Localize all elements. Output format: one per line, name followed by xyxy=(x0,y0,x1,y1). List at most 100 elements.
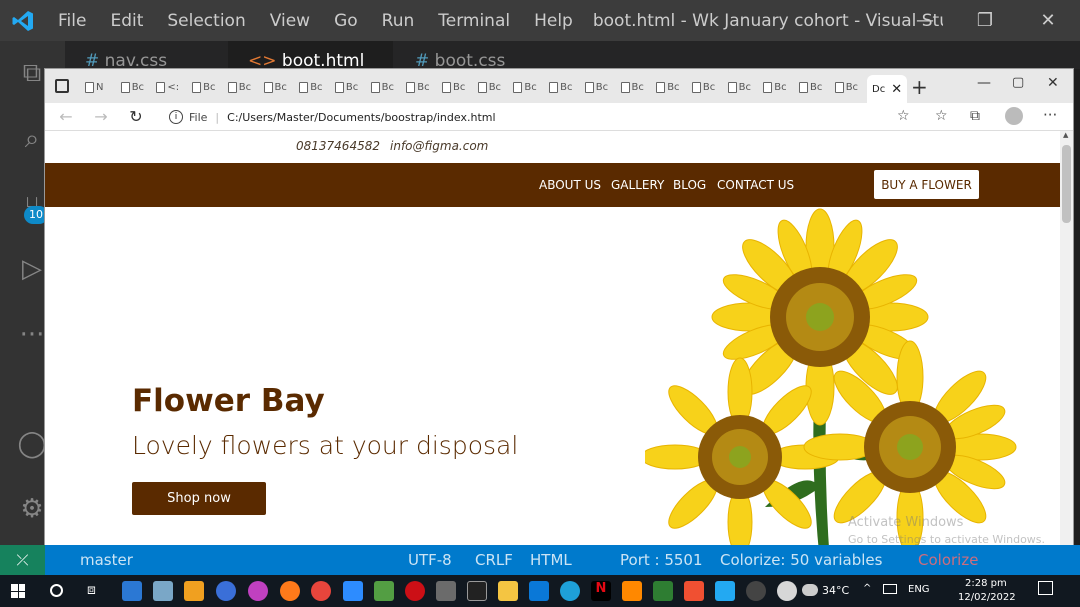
search-circle-icon[interactable] xyxy=(50,584,63,597)
menu-terminal[interactable]: Terminal xyxy=(426,11,522,31)
edge-icon[interactable] xyxy=(560,581,580,601)
browser-tab[interactable]: Bc xyxy=(227,77,256,97)
browser-tab[interactable]: Bc xyxy=(477,77,506,97)
calculator-icon[interactable] xyxy=(436,581,456,601)
browser-tab[interactable]: Bc xyxy=(334,77,363,97)
new-tab-icon[interactable]: + xyxy=(911,75,928,99)
buy-a-flower-button[interactable]: BUY A FLOWER xyxy=(874,170,979,199)
remote-indicator-icon[interactable]: ⤫ xyxy=(0,545,45,575)
close-icon[interactable]: ✕ xyxy=(1018,0,1078,41)
tray-chevron-icon[interactable]: ^ xyxy=(863,583,871,594)
gitkraken-icon[interactable] xyxy=(684,581,704,601)
encoding[interactable]: UTF-8 xyxy=(408,551,452,569)
browser-tab[interactable]: N xyxy=(85,77,113,97)
browser-tab[interactable]: Bc xyxy=(120,77,149,97)
weather-icon[interactable] xyxy=(802,584,818,596)
browser-tab[interactable]: Bc xyxy=(406,77,434,97)
firefox-dev-icon[interactable] xyxy=(248,581,268,601)
media-icon[interactable] xyxy=(529,581,549,601)
minimize-icon[interactable]: — xyxy=(895,0,955,41)
firefox-icon[interactable] xyxy=(280,581,300,601)
refresh-icon[interactable]: ↻ xyxy=(125,106,147,128)
nav-gallery[interactable]: GALLERY xyxy=(611,178,664,192)
file-explorer-icon[interactable] xyxy=(498,581,518,601)
mail-icon[interactable] xyxy=(122,581,142,601)
browser-tab[interactable]: Bc xyxy=(584,77,613,97)
browser-minimize-icon[interactable]: — xyxy=(977,75,991,91)
browser-tab[interactable]: Bc xyxy=(691,77,720,97)
browser-tab[interactable]: Bc xyxy=(192,77,220,97)
vlc-icon[interactable] xyxy=(622,581,642,601)
menu-view[interactable]: View xyxy=(258,11,322,31)
menu-help[interactable]: Help xyxy=(522,11,585,31)
nav-contact-us[interactable]: CONTACT US xyxy=(717,178,794,192)
clock-date[interactable]: 12/02/2022 xyxy=(958,592,1016,603)
chrome-icon[interactable] xyxy=(311,581,331,601)
terminal-icon[interactable] xyxy=(467,581,487,601)
netflix-icon[interactable]: N xyxy=(591,581,611,601)
zoom-icon[interactable] xyxy=(343,581,363,601)
active-browser-tab[interactable]: Dc ✕ xyxy=(867,75,907,103)
tab-boot-html[interactable]: <> boot.html xyxy=(228,41,393,69)
profile-avatar[interactable] xyxy=(1005,107,1023,125)
menu-run[interactable]: Run xyxy=(370,11,427,31)
obs-icon[interactable] xyxy=(746,581,766,601)
browser-tab[interactable]: Bc xyxy=(620,77,649,97)
close-tab-icon[interactable]: ✕ xyxy=(891,82,902,97)
tab-boot-css[interactable]: # boot.css xyxy=(395,41,555,69)
settings-more-icon[interactable]: ··· xyxy=(1043,106,1057,124)
nav-about-us[interactable]: ABOUT US xyxy=(539,178,601,192)
browser-tab[interactable]: <: xyxy=(156,77,184,97)
opera-icon[interactable] xyxy=(405,581,425,601)
scroll-thumb[interactable] xyxy=(1062,145,1071,223)
git-icon[interactable] xyxy=(653,581,673,601)
weather-temp[interactable]: 34°C xyxy=(822,584,849,597)
nodejs-icon[interactable] xyxy=(374,581,394,601)
branch-name[interactable]: master xyxy=(80,551,133,569)
phone-number[interactable]: 08137464582 xyxy=(296,139,380,153)
globe-icon[interactable] xyxy=(216,581,236,601)
restore-icon[interactable]: ❐ xyxy=(955,0,1015,41)
clock-time[interactable]: 2:28 pm xyxy=(965,578,1007,589)
tab-actions-icon[interactable] xyxy=(55,79,69,93)
colorize-toggle[interactable]: Colorize xyxy=(918,551,978,569)
browser-tab[interactable]: Bc xyxy=(263,77,292,97)
address-bar[interactable]: i File | C:/Users/Master/Documents/boost… xyxy=(161,105,901,129)
vscode-taskbar-icon[interactable] xyxy=(715,581,735,601)
favorite-add-icon[interactable]: ☆ xyxy=(897,108,910,124)
scroll-up-icon[interactable]: ▲ xyxy=(1063,131,1068,139)
nav-blog[interactable]: BLOG xyxy=(673,178,706,192)
favorites-icon[interactable]: ☆ xyxy=(935,108,948,124)
notifications-icon[interactable] xyxy=(1038,581,1053,595)
menu-edit[interactable]: Edit xyxy=(98,11,155,31)
email-address[interactable]: info@figma.com xyxy=(390,139,488,153)
app-icon[interactable] xyxy=(153,581,173,601)
windows-start-icon[interactable] xyxy=(11,584,25,598)
tab-nav-css[interactable]: # nav.css xyxy=(65,41,225,69)
menu-selection[interactable]: Selection xyxy=(155,11,257,31)
colorize-status[interactable]: Colorize: 50 variables xyxy=(720,551,882,569)
browser-tab[interactable]: Bc xyxy=(834,77,863,97)
back-icon[interactable]: ← xyxy=(55,106,77,128)
browser-tab[interactable]: Bc xyxy=(299,77,327,97)
battery-icon[interactable] xyxy=(883,584,897,594)
itunes-icon[interactable] xyxy=(777,581,797,601)
forward-icon[interactable]: → xyxy=(90,106,112,128)
browser-tab[interactable]: Bc xyxy=(513,77,541,97)
browser-close-icon[interactable]: ✕ xyxy=(1047,75,1059,91)
sublime-icon[interactable] xyxy=(184,581,204,601)
task-view-icon[interactable]: ⧈ xyxy=(87,582,96,598)
browser-tab[interactable]: Bc xyxy=(442,77,470,97)
page-scrollbar[interactable]: ▲ ▼ xyxy=(1060,131,1073,563)
browser-tab[interactable]: Bc xyxy=(799,77,827,97)
browser-tab[interactable]: Bc xyxy=(370,77,399,97)
menu-file[interactable]: File xyxy=(46,11,98,31)
browser-maximize-icon[interactable]: ▢ xyxy=(1012,75,1024,90)
browser-tab[interactable]: Bc xyxy=(727,77,756,97)
info-icon[interactable]: i xyxy=(169,110,183,124)
live-server-port[interactable]: Port : 5501 xyxy=(620,551,703,569)
language-mode[interactable]: HTML xyxy=(530,551,572,569)
language-indicator[interactable]: ENG xyxy=(908,584,930,595)
shop-now-button[interactable]: Shop now xyxy=(132,482,266,515)
collections-icon[interactable]: ⧉ xyxy=(970,108,980,124)
